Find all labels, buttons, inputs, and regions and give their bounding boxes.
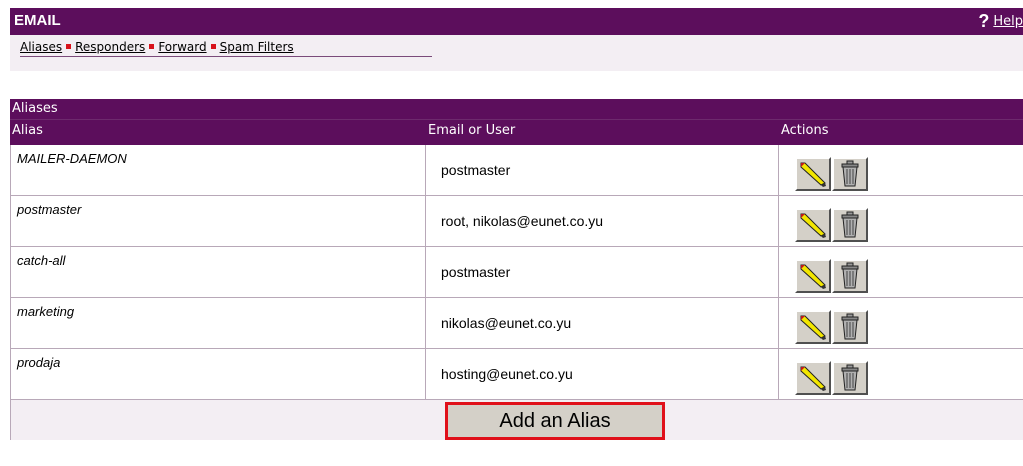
trash-can-icon: [841, 211, 859, 238]
pencil-edit-icon: [800, 213, 826, 238]
column-header-actions: Actions: [781, 123, 829, 138]
alias-cell: marketing: [10, 298, 426, 348]
table-row: MAILER-DAEMON postmaster: [10, 145, 1023, 196]
panel-caption-row: Aliases: [10, 99, 1023, 119]
email-cell: hosting@eunet.co.yu: [426, 349, 779, 399]
table-row: postmaster root, nikolas@eunet.co.yu: [10, 196, 1023, 247]
alias-cell: catch-all: [10, 247, 426, 297]
alias-name: catch-all: [17, 253, 66, 268]
actions-cell: [779, 349, 1023, 399]
actions-cell: [779, 196, 1023, 246]
add-alias-button[interactable]: Add an Alias: [445, 402, 665, 440]
alias-name: prodaja: [17, 355, 61, 370]
email-header-bar: EMAIL ? Help: [10, 8, 1023, 35]
add-alias-row: Add an Alias: [10, 400, 1023, 440]
nav-link-spam-filters[interactable]: Spam Filters: [220, 40, 294, 54]
actions-cell: [779, 298, 1023, 348]
column-header-row: Alias Email or User Actions: [10, 119, 1023, 145]
trash-can-icon: [841, 262, 859, 289]
edit-alias-button[interactable]: [795, 310, 831, 344]
trash-can-icon: [841, 160, 859, 187]
alias-name: postmaster: [17, 202, 82, 217]
table-row: marketing nikolas@eunet.co.yu: [10, 298, 1023, 349]
delete-alias-button[interactable]: [832, 361, 868, 395]
actions-cell: [779, 145, 1023, 195]
panel-caption: Aliases: [12, 101, 58, 116]
edit-alias-button[interactable]: [795, 157, 831, 191]
email-cell: postmaster: [426, 145, 779, 195]
question-mark-icon: ?: [978, 11, 990, 31]
help-link-label[interactable]: Help: [993, 14, 1023, 29]
nav-separator: [149, 44, 155, 49]
delete-alias-button[interactable]: [832, 259, 868, 293]
help-link[interactable]: ? Help: [978, 11, 1023, 32]
pencil-edit-icon: [800, 264, 826, 289]
delete-alias-button[interactable]: [832, 157, 868, 191]
alias-target: postmaster: [441, 162, 511, 178]
aliases-panel: Aliases Alias Email or User Actions MAIL…: [10, 99, 1023, 440]
alias-target: nikolas@eunet.co.yu: [441, 315, 572, 331]
table-row: catch-all postmaster: [10, 247, 1023, 298]
delete-alias-button[interactable]: [832, 208, 868, 242]
pencil-edit-icon: [800, 366, 826, 391]
pencil-edit-icon: [800, 162, 826, 187]
column-header-email: Email or User: [428, 123, 516, 138]
email-cell: root, nikolas@eunet.co.yu: [426, 196, 779, 246]
delete-alias-button[interactable]: [832, 310, 868, 344]
alias-target: root, nikolas@eunet.co.yu: [441, 213, 604, 229]
table-row: prodaja hosting@eunet.co.yu: [10, 349, 1023, 400]
pencil-edit-icon: [800, 315, 826, 340]
alias-cell: MAILER-DAEMON: [10, 145, 426, 195]
alias-cell: postmaster: [10, 196, 426, 246]
actions-cell: [779, 247, 1023, 297]
nav-separator: [66, 44, 72, 49]
edit-alias-button[interactable]: [795, 259, 831, 293]
page-title: EMAIL: [14, 12, 61, 29]
email-subnav: Aliases Responders Forward Spam Filters: [10, 35, 1023, 71]
alias-name: marketing: [17, 304, 75, 319]
email-cell: nikolas@eunet.co.yu: [426, 298, 779, 348]
alias-cell: prodaja: [10, 349, 426, 399]
email-cell: postmaster: [426, 247, 779, 297]
alias-rows: MAILER-DAEMON postmaster postmaster root…: [10, 145, 1023, 400]
alias-name: MAILER-DAEMON: [17, 151, 127, 166]
nav-link-forward[interactable]: Forward: [158, 40, 206, 54]
trash-can-icon: [841, 364, 859, 391]
nav-separator: [210, 44, 216, 49]
alias-target: postmaster: [441, 264, 511, 280]
subnav-links: Aliases Responders Forward Spam Filters: [20, 37, 432, 57]
nav-link-responders[interactable]: Responders: [75, 40, 145, 54]
alias-target: hosting@eunet.co.yu: [441, 366, 573, 382]
edit-alias-button[interactable]: [795, 208, 831, 242]
edit-alias-button[interactable]: [795, 361, 831, 395]
trash-can-icon: [841, 313, 859, 340]
column-header-alias: Alias: [12, 123, 43, 138]
nav-link-aliases[interactable]: Aliases: [20, 40, 62, 54]
